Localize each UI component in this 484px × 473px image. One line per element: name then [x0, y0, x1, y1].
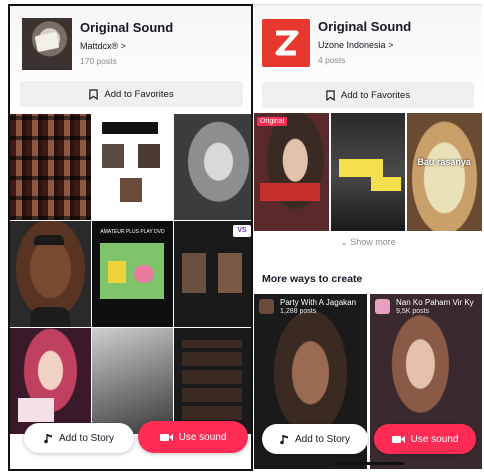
show-more-label: Show more: [350, 237, 396, 247]
create-card-title: Nan Ko Paham Vir Ky: [396, 298, 474, 307]
sound-header: Original Sound Mattdcx® > 170 posts Add …: [10, 6, 251, 114]
thumb-photo: [138, 144, 160, 168]
add-to-favorites-button[interactable]: Add to Favorites: [20, 81, 243, 107]
left-sound-page: Original Sound Mattdcx® > 170 posts Add …: [8, 4, 253, 471]
video-thumbnail[interactable]: [10, 221, 91, 327]
chevron-right-icon: >: [120, 41, 126, 51]
chevron-down-icon: ⌄: [340, 237, 348, 247]
person-right: [218, 253, 242, 293]
artist-name: Uzone Indonesia: [318, 40, 386, 50]
video-card[interactable]: Original: [254, 113, 329, 231]
music-note-icon: [44, 433, 52, 443]
shirt: [30, 307, 70, 327]
video-thumbnail[interactable]: VS: [174, 221, 251, 327]
thumb-bar: [102, 122, 158, 134]
create-card-posts: 1,288 posts: [280, 308, 317, 315]
avatar: [375, 299, 390, 314]
card-caption: Bau rasanya: [417, 157, 471, 167]
use-sound-button[interactable]: Use sound: [138, 421, 248, 453]
add-to-favorites-button[interactable]: Add to Favorites: [262, 82, 474, 108]
right-sound-page: Original Sound Uzone Indonesia > 4 posts…: [254, 4, 482, 471]
post-count: 170 posts: [80, 56, 117, 66]
add-to-story-label: Add to Story: [58, 432, 115, 444]
caption-banner: [260, 183, 320, 201]
artist-name: Mattdcx®: [80, 41, 119, 51]
video-camera-icon: [391, 435, 405, 443]
caption-sticker: [338, 159, 383, 177]
video-thumbnail[interactable]: [174, 328, 251, 434]
create-card-title: Party With A Jagakan: [280, 298, 357, 307]
sound-title: Original Sound: [318, 19, 412, 34]
artist-link[interactable]: Uzone Indonesia >: [318, 40, 393, 50]
video-grid: AMATEUR PLUS PLAY DVD VS: [10, 114, 251, 434]
video-thumbnail[interactable]: [92, 328, 173, 434]
use-sound-button[interactable]: Use sound: [374, 424, 476, 454]
add-to-story-button[interactable]: Add to Story: [262, 424, 368, 454]
cartoon-scene: [100, 243, 164, 299]
artist-link[interactable]: Mattdcx® >: [80, 41, 126, 51]
home-indicator: [334, 462, 404, 465]
chevron-right-icon: >: [388, 40, 394, 50]
video-thumbnail[interactable]: [174, 114, 251, 220]
video-card[interactable]: Bau rasanya: [407, 113, 482, 231]
caption-sticker: [18, 398, 54, 422]
use-sound-label: Use sound: [410, 433, 459, 445]
person-left: [182, 253, 206, 293]
bookmark-icon: [89, 88, 99, 100]
show-more-button[interactable]: ⌄ Show more: [254, 237, 482, 248]
thumb-stack: [182, 340, 242, 420]
caption-sticker: [370, 177, 401, 191]
video-thumbnail[interactable]: [92, 114, 173, 220]
original-badge: Original: [257, 117, 288, 126]
sound-thumbnail[interactable]: [22, 18, 72, 70]
add-to-story-button[interactable]: Add to Story: [24, 423, 134, 453]
thumb-photo: [120, 178, 142, 202]
sound-header: Original Sound Uzone Indonesia > 4 posts…: [254, 5, 482, 113]
section-title: More ways to create: [262, 273, 363, 285]
post-count: 4 posts: [318, 55, 346, 65]
create-card-posts: 9,5K posts: [396, 308, 430, 315]
music-note-icon: [280, 434, 288, 444]
hair: [34, 235, 64, 245]
video-thumbnail[interactable]: AMATEUR PLUS PLAY DVD: [92, 221, 173, 327]
add-to-story-label: Add to Story: [294, 433, 351, 445]
sound-title: Original Sound: [80, 20, 174, 35]
video-thumbnail[interactable]: [10, 114, 91, 220]
green-caption: AMATEUR PLUS PLAY DVD: [100, 229, 165, 235]
video-thumbnail[interactable]: [10, 328, 91, 434]
thumb-photo: [102, 144, 124, 168]
avatar: [259, 299, 274, 314]
favorites-label: Add to Favorites: [104, 88, 174, 100]
vs-badge: VS: [233, 225, 251, 237]
star-character: [134, 265, 154, 283]
sponge-character: [108, 261, 126, 283]
bookmark-icon: [326, 89, 335, 101]
use-sound-label: Use sound: [178, 431, 227, 443]
video-card[interactable]: [330, 113, 406, 231]
face-mask: [34, 31, 60, 53]
faces-pattern: [10, 114, 91, 220]
video-carousel: Original Bau rasanya: [254, 113, 482, 231]
uzone-logo-icon: [275, 30, 299, 56]
favorites-label: Add to Favorites: [340, 89, 411, 101]
sound-thumbnail[interactable]: [262, 19, 310, 67]
video-camera-icon: [159, 433, 173, 441]
